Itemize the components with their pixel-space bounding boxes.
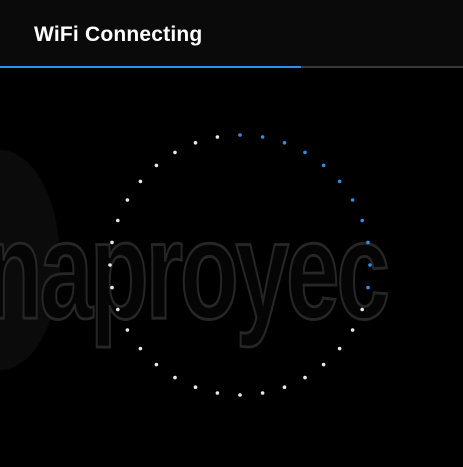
spinner-dot [215, 135, 220, 139]
spinner-dot [138, 179, 143, 184]
spinner-dot [110, 285, 114, 290]
spinner-dot [116, 307, 120, 312]
spinner-dot [193, 385, 198, 390]
spinner-dot [303, 375, 307, 380]
spinner-dot-active [282, 141, 287, 145]
loading-spinner [108, 133, 372, 397]
spinner-dot [321, 362, 326, 367]
spinner-dot [360, 307, 365, 312]
spinner-dot-active [366, 285, 370, 290]
spinner-dot-active [260, 135, 265, 139]
spinner-dot [282, 385, 287, 390]
spinner-dot [125, 328, 130, 332]
spinner-dot [215, 391, 220, 395]
spinner-dot [125, 198, 130, 202]
spinner-dot-active [238, 133, 242, 137]
spinner-dot [173, 150, 177, 155]
spinner-dot [260, 391, 265, 395]
spinner-dot [337, 346, 342, 351]
spinner-dot-active [360, 218, 365, 223]
spinner-dot [116, 218, 120, 223]
spinner-dot-active [303, 150, 307, 155]
spinner-dot [238, 393, 242, 397]
spinner-dot-active [368, 263, 372, 267]
spinner-dot [108, 263, 112, 267]
spinner-dot [138, 346, 143, 351]
spinner-dot [173, 375, 177, 380]
spinner-dot-active [366, 240, 370, 245]
spinner-dot [350, 328, 355, 332]
spinner-dot-active [337, 179, 342, 184]
spinner-dot-active [350, 198, 355, 202]
spinner-dot-active [321, 163, 326, 168]
wifi-connecting-screen: WiFi Connecting naproyec [0, 0, 463, 467]
spinner-dot [193, 141, 198, 145]
spinner-dot [110, 240, 114, 245]
spinner-dot [154, 163, 159, 168]
spinner-dot [154, 362, 159, 367]
